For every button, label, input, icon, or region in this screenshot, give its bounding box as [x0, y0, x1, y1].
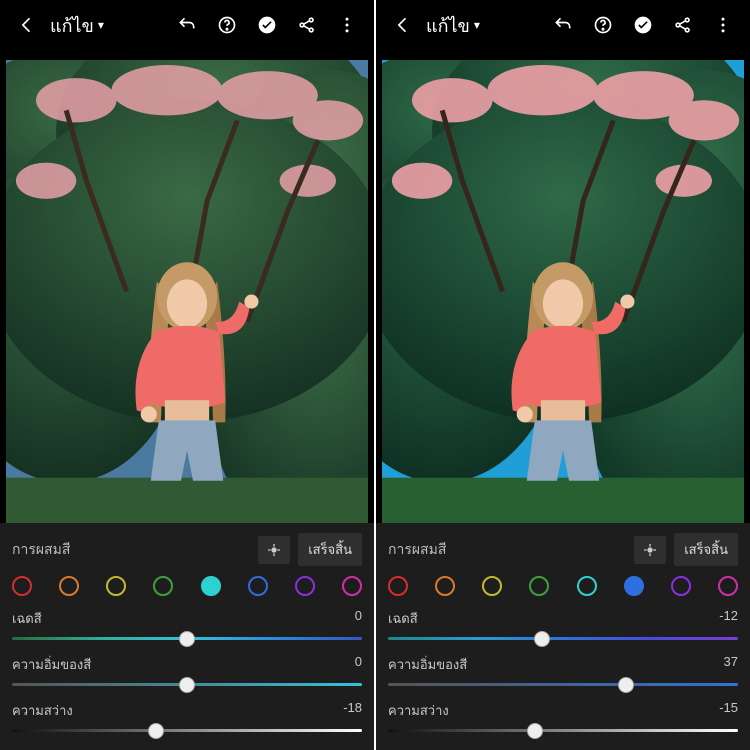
help-icon[interactable] — [210, 8, 244, 42]
swatch-blue[interactable] — [624, 576, 644, 596]
swatch-orange[interactable] — [59, 576, 79, 596]
swatch-purple[interactable] — [671, 576, 691, 596]
hue-value: -12 — [719, 608, 738, 629]
target-picker-icon[interactable] — [634, 536, 666, 564]
swatch-magenta[interactable] — [342, 576, 362, 596]
chevron-down-icon: ▾ — [474, 18, 480, 32]
help-icon[interactable] — [586, 8, 620, 42]
share-icon[interactable] — [290, 8, 324, 42]
color-swatches — [388, 576, 738, 596]
slider-thumb[interactable] — [179, 677, 195, 693]
back-icon[interactable] — [386, 8, 420, 42]
lum-value: -15 — [719, 700, 738, 721]
swatch-purple[interactable] — [295, 576, 315, 596]
hue-track[interactable] — [12, 637, 362, 640]
lum-track[interactable] — [388, 729, 738, 732]
swatch-green[interactable] — [153, 576, 173, 596]
more-icon[interactable] — [706, 8, 740, 42]
slider-hue: เฉดสี0 — [12, 608, 362, 640]
swatch-aqua[interactable] — [201, 576, 221, 596]
sat-value: 0 — [355, 654, 362, 675]
slider-thumb[interactable] — [527, 723, 543, 739]
slider-saturation: ความอิ่มของสี37 — [388, 654, 738, 686]
color-swatches — [12, 576, 362, 596]
swatch-magenta[interactable] — [718, 576, 738, 596]
page-title: แก้ไข — [426, 11, 470, 40]
swatch-aqua[interactable] — [577, 576, 597, 596]
sat-track[interactable] — [388, 683, 738, 686]
target-picker-icon[interactable] — [258, 536, 290, 564]
undo-icon[interactable] — [170, 8, 204, 42]
swatch-yellow[interactable] — [106, 576, 126, 596]
topbar: แก้ไข ▾ — [0, 0, 374, 50]
swatch-yellow[interactable] — [482, 576, 502, 596]
slider-saturation: ความอิ่มของสี0 — [12, 654, 362, 686]
color-mix-controls: การผสมสี เสร็จสิ้น เฉดสี-12 ความอิ่มของส… — [376, 523, 750, 750]
lum-track[interactable] — [12, 729, 362, 732]
confirm-icon[interactable] — [626, 8, 660, 42]
chevron-down-icon: ▾ — [98, 18, 104, 32]
more-icon[interactable] — [330, 8, 364, 42]
sat-value: 37 — [724, 654, 738, 675]
mix-label: การผสมสี — [12, 539, 70, 561]
swatch-orange[interactable] — [435, 576, 455, 596]
image-preview — [0, 50, 374, 523]
back-icon[interactable] — [10, 8, 44, 42]
editor-panel-right: แก้ไข ▾ — [376, 0, 750, 750]
undo-icon[interactable] — [546, 8, 580, 42]
slider-luminance: ความสว่าง-15 — [388, 700, 738, 732]
image-preview — [376, 50, 750, 523]
slider-thumb[interactable] — [179, 631, 195, 647]
lum-value: -18 — [343, 700, 362, 721]
hue-value: 0 — [355, 608, 362, 629]
mix-label: การผสมสี — [388, 539, 446, 561]
slider-hue: เฉดสี-12 — [388, 608, 738, 640]
sat-track[interactable] — [12, 683, 362, 686]
done-button[interactable]: เสร็จสิ้น — [298, 533, 362, 566]
swatch-green[interactable] — [529, 576, 549, 596]
title-dropdown[interactable]: แก้ไข ▾ — [50, 11, 104, 40]
title-dropdown[interactable]: แก้ไข ▾ — [426, 11, 480, 40]
slider-thumb[interactable] — [148, 723, 164, 739]
share-icon[interactable] — [666, 8, 700, 42]
done-button[interactable]: เสร็จสิ้น — [674, 533, 738, 566]
hue-track[interactable] — [388, 637, 738, 640]
slider-thumb[interactable] — [618, 677, 634, 693]
slider-luminance: ความสว่าง-18 — [12, 700, 362, 732]
topbar: แก้ไข ▾ — [376, 0, 750, 50]
color-mix-controls: การผสมสี เสร็จสิ้น เฉดสี0 ความอิ่มของสี0 — [0, 523, 374, 750]
page-title: แก้ไข — [50, 11, 94, 40]
confirm-icon[interactable] — [250, 8, 284, 42]
slider-thumb[interactable] — [534, 631, 550, 647]
swatch-red[interactable] — [388, 576, 408, 596]
editor-panel-left: แก้ไข ▾ — [0, 0, 374, 750]
swatch-red[interactable] — [12, 576, 32, 596]
swatch-blue[interactable] — [248, 576, 268, 596]
